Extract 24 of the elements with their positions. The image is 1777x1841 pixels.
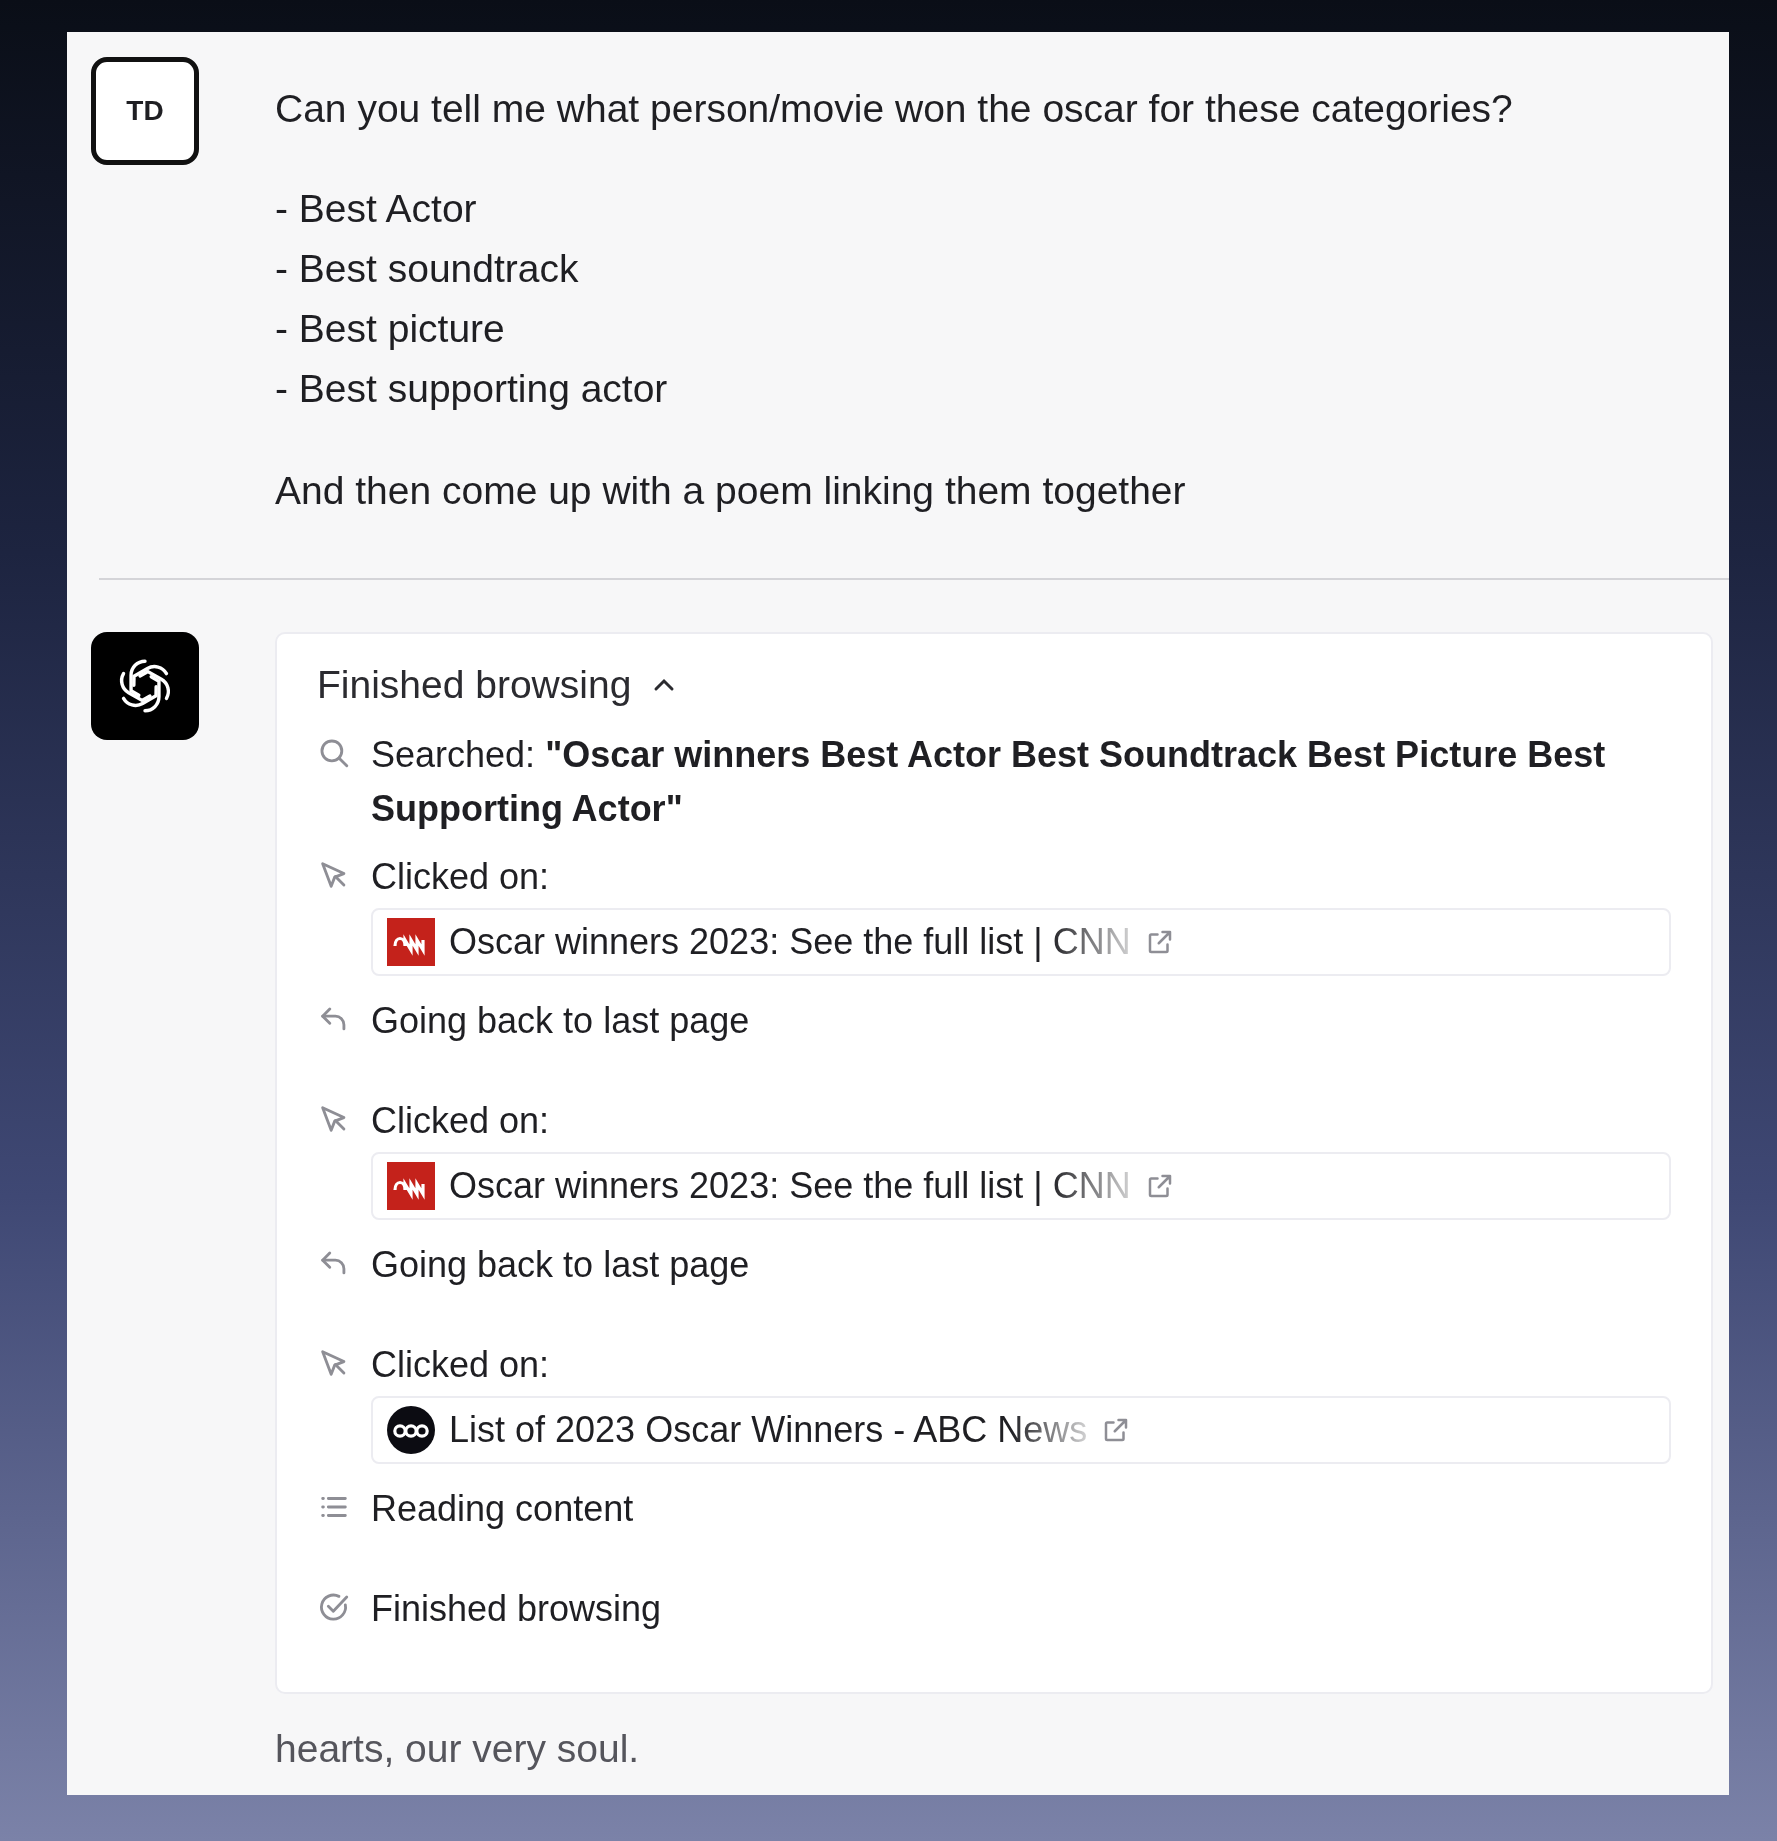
list-item: - Best picture — [275, 306, 506, 352]
source-link[interactable]: Oscar winners 2023: See the full list | CNN — [371, 1152, 1671, 1220]
news-logo-icon — [387, 918, 435, 966]
step-text: Going back to last page — [371, 1243, 750, 1287]
step-text: Reading content — [371, 1487, 634, 1531]
step-text: Clicked on: — [371, 855, 550, 899]
list-item: - Best soundtrack — [275, 246, 580, 292]
news-logo-icon — [387, 1162, 435, 1210]
browsing-toggle[interactable]: Finished browsing — [317, 662, 676, 708]
step-text: Searched: "Oscar winners Best Actor Best Soundtrack Best Picture Best Supporting Actor" — [371, 733, 1607, 831]
list-item: - Best supporting actor — [275, 366, 669, 412]
step-text: Going back to last page — [371, 999, 750, 1043]
source-link[interactable]: List of 2023 Oscar Winners - ABC News — [371, 1396, 1671, 1464]
step-text: Finished browsing — [371, 1587, 662, 1631]
step-text: Clicked on: — [371, 1099, 550, 1143]
list-item: - Best Actor — [275, 186, 478, 232]
step-text: Clicked on: — [371, 1343, 550, 1387]
message-text: And then come up with a poem linking them together — [275, 469, 1187, 513]
caret-icon — [653, 678, 676, 692]
message-text: Can you tell me what person/movie won the oscar for these categories? — [275, 87, 1513, 131]
poem-line: hearts, our very soul. — [275, 1726, 641, 1772]
source-link[interactable]: Oscar winners 2023: See the full list | CNN — [371, 908, 1671, 976]
user-avatar: TD — [91, 57, 199, 165]
news-logo-icon — [387, 1406, 435, 1454]
